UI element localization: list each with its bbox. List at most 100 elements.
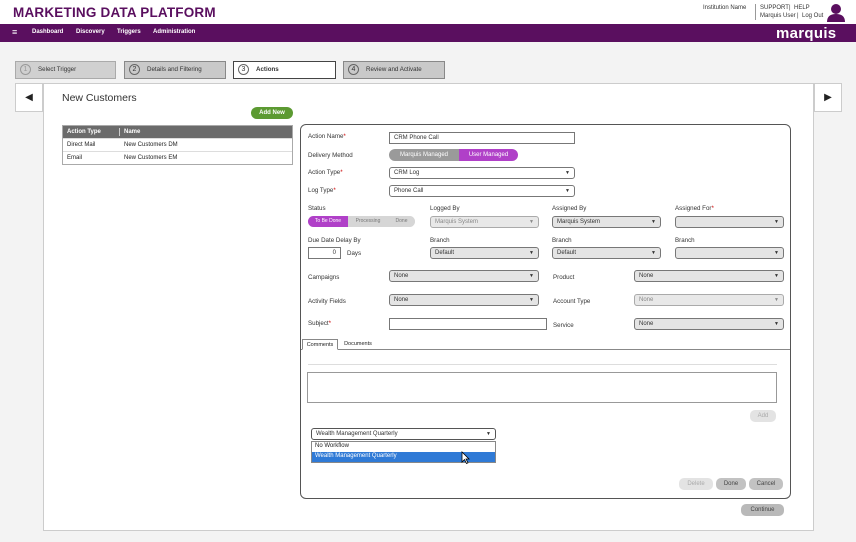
step-review-activate[interactable]: 4 Review and Activate (343, 61, 445, 79)
chevron-down-icon: ▼ (774, 321, 779, 327)
table-cell: New Customers DM (124, 142, 178, 148)
logged-by-label: Logged By (430, 205, 460, 212)
status-toggle: To Be Done Processing Done (308, 216, 415, 227)
step-label: Actions (256, 66, 279, 73)
next-arrow-icon[interactable]: ▶ (814, 83, 842, 112)
branch-label: Branch (552, 237, 572, 244)
table-cell: Email (67, 155, 83, 161)
action-name-input[interactable]: CRM Phone Call (389, 132, 575, 144)
action-name-label: Action Name* (308, 133, 346, 140)
due-date-label: Due Date Delay By (308, 237, 361, 244)
logged-by-select: Marquis System ▼ (430, 216, 539, 228)
workflow-select[interactable]: Wealth Management Quarterly ▼ (311, 428, 496, 440)
due-date-input[interactable]: 0 (308, 247, 341, 259)
chevron-down-icon: ▼ (651, 219, 656, 225)
account-type-label: Account Type (553, 298, 591, 305)
chevron-down-icon: ▼ (529, 273, 534, 279)
support-link[interactable]: SUPPORT (760, 5, 789, 11)
step-select-trigger[interactable]: 1 Select Trigger (15, 61, 116, 79)
app-title: MARKETING DATA PLATFORM (13, 5, 216, 20)
step-label: Details and Filtering (147, 66, 202, 73)
service-select[interactable]: None ▼ (634, 318, 784, 330)
logout-link[interactable]: Log Out (802, 13, 823, 19)
chevron-down-icon: ▼ (486, 431, 491, 437)
nav-administration[interactable]: Administration (153, 29, 195, 35)
branch-label: Branch (675, 237, 695, 244)
activity-fields-select[interactable]: None ▼ (389, 294, 539, 306)
log-type-label: Log Type* (308, 187, 336, 194)
delivery-user-managed[interactable]: User Managed (459, 149, 518, 161)
step-label: Review and Activate (366, 66, 422, 73)
activity-fields-label: Activity Fields (308, 298, 346, 305)
step-label: Select Trigger (38, 66, 77, 73)
campaigns-select[interactable]: None ▼ (389, 270, 539, 282)
continue-button[interactable]: Continue (741, 504, 784, 516)
column-header: Action Type (67, 129, 101, 135)
chevron-down-icon: ▼ (651, 250, 656, 256)
status-label: Status (308, 205, 326, 212)
user-avatar-icon[interactable] (826, 3, 846, 22)
step-number: 3 (238, 64, 249, 75)
campaigns-label: Campaigns (308, 274, 340, 281)
logged-branch-select[interactable]: Default ▼ (430, 247, 539, 259)
account-type-select: None ▼ (634, 294, 784, 306)
actions-table: Action Type Name Direct Mail New Custome… (62, 125, 293, 165)
subject-input[interactable] (389, 318, 547, 330)
assigned-for-select[interactable]: ▼ (675, 216, 784, 228)
tab-documents[interactable]: Documents (340, 339, 376, 350)
column-header: Name (124, 129, 141, 135)
hamburger-menu-icon[interactable]: ≡ (12, 27, 17, 37)
done-button[interactable]: Done (716, 478, 746, 490)
status-to-be-done[interactable]: To Be Done (308, 216, 348, 227)
chevron-down-icon: ▼ (529, 250, 534, 256)
product-select[interactable]: None ▼ (634, 270, 784, 282)
chevron-down-icon: ▼ (529, 297, 534, 303)
chevron-down-icon: ▼ (565, 170, 570, 176)
step-actions[interactable]: 3 Actions (233, 61, 336, 79)
assigned-by-select[interactable]: Marquis System ▼ (552, 216, 661, 228)
user-name: Marquis User (760, 13, 796, 19)
step-number: 1 (20, 64, 31, 75)
column-divider (119, 128, 120, 136)
table-header: Action Type Name (63, 126, 292, 138)
assigned-for-label: Assigned For* (675, 205, 714, 212)
assigned-for-branch-select[interactable]: ▼ (675, 247, 784, 259)
delivery-marquis-managed[interactable]: Marquis Managed (389, 149, 459, 161)
status-done[interactable]: Done (388, 216, 415, 227)
step-details-filtering[interactable]: 2 Details and Filtering (124, 61, 226, 79)
step-number: 2 (129, 64, 140, 75)
table-row[interactable]: Direct Mail New Customers DM (63, 138, 292, 151)
delete-button[interactable]: Delete (679, 478, 713, 490)
branch-label: Branch (430, 237, 450, 244)
nav-dashboard[interactable]: Dashboard (32, 29, 63, 35)
delivery-method-label: Delivery Method (308, 152, 353, 159)
chevron-down-icon: ▼ (774, 250, 779, 256)
service-label: Service (553, 322, 574, 329)
chevron-down-icon: ▼ (529, 219, 534, 225)
header-separator: | (789, 5, 791, 11)
help-link[interactable]: HELP (794, 5, 810, 11)
mouse-cursor-icon (461, 451, 470, 464)
delivery-method-toggle: Marquis Managed User Managed (389, 149, 518, 161)
tab-comments[interactable]: Comments (302, 339, 338, 350)
brand-logo: marquis (776, 25, 837, 42)
table-row[interactable]: Email New Customers EM (63, 151, 292, 164)
add-new-button[interactable]: Add New (251, 107, 293, 119)
log-type-select[interactable]: Phone Call ▼ (389, 185, 575, 197)
institution-name: Institution Name (703, 5, 747, 11)
prev-arrow-icon[interactable]: ◀ (15, 83, 43, 112)
nav-discovery[interactable]: Discovery (76, 29, 105, 35)
table-cell: Direct Mail (67, 142, 96, 148)
action-type-select[interactable]: CRM Log ▼ (389, 167, 575, 179)
product-label: Product (553, 274, 575, 281)
assigned-branch-select[interactable]: Default ▼ (552, 247, 661, 259)
chevron-down-icon: ▼ (774, 219, 779, 225)
nav-triggers[interactable]: Triggers (117, 29, 141, 35)
step-number: 4 (348, 64, 359, 75)
header-separator: | (797, 13, 799, 19)
status-processing[interactable]: Processing (348, 216, 388, 227)
header-divider (755, 4, 756, 20)
comment-textarea[interactable] (307, 372, 777, 403)
cancel-button[interactable]: Cancel (749, 478, 783, 490)
add-comment-button[interactable]: Add (750, 410, 776, 422)
